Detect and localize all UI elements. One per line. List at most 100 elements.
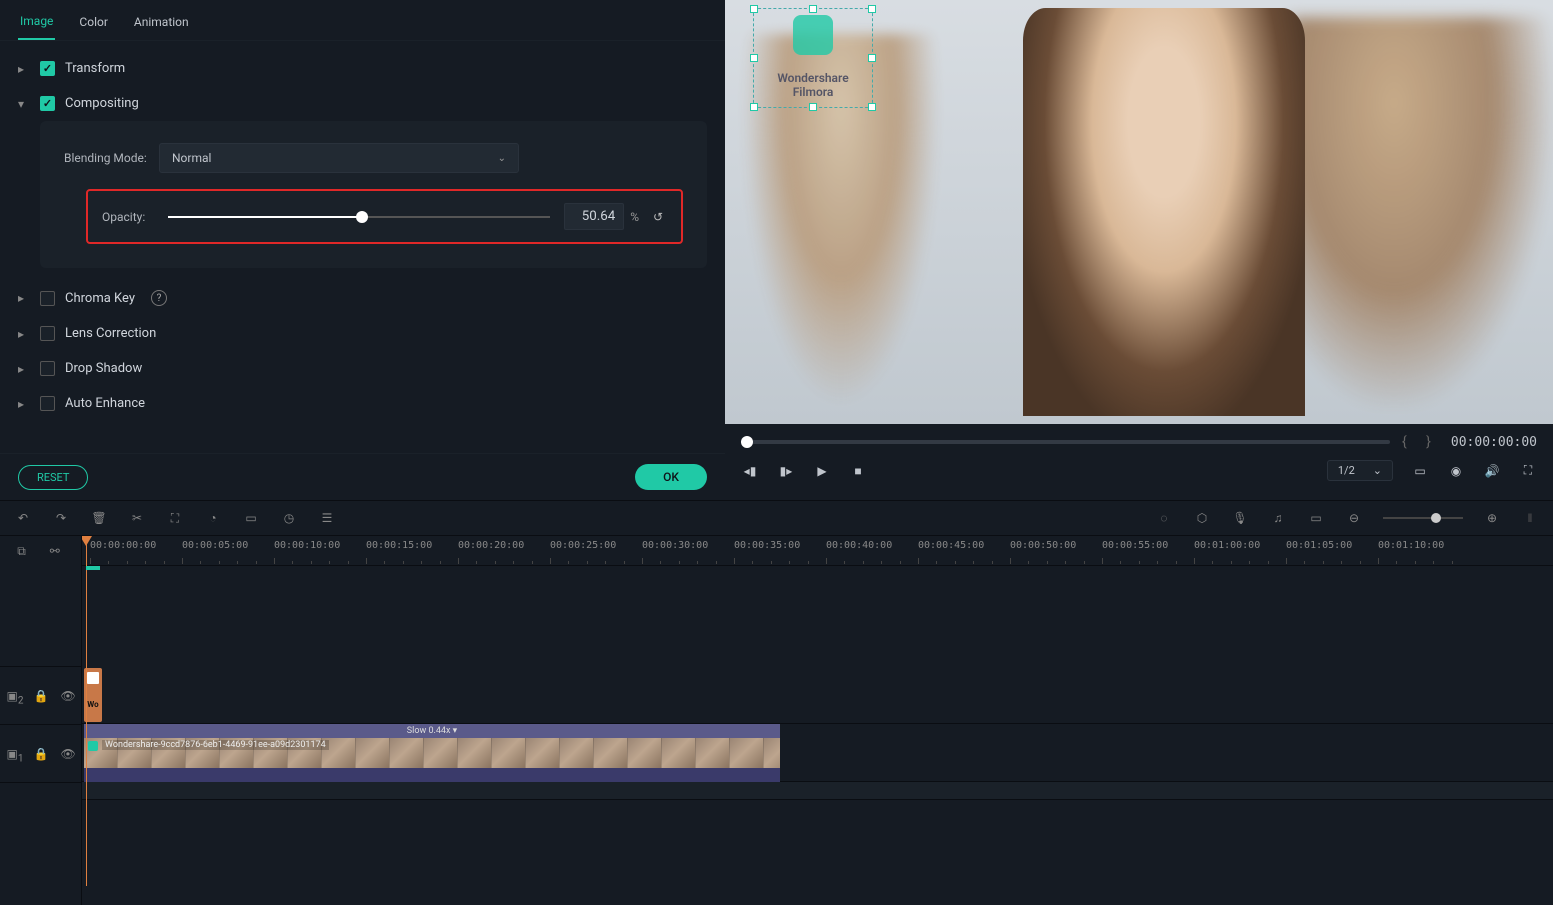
tab-color[interactable]: Color <box>77 9 109 39</box>
track-2[interactable]: Wo <box>82 666 1553 724</box>
timeline-zoom-slider[interactable] <box>1383 517 1463 519</box>
compositing-label: Compositing <box>65 96 139 111</box>
blending-mode-value: Normal <box>172 151 211 165</box>
section-compositing[interactable]: ▾ Compositing <box>18 86 707 121</box>
lens-label: Lens Correction <box>65 326 156 341</box>
clip-label: Wo <box>87 700 98 709</box>
checkbox-transform[interactable] <box>40 61 55 76</box>
track-header-1[interactable]: ▣1 🔒 👁 <box>0 724 81 782</box>
eye-icon[interactable]: 👁 <box>61 689 75 703</box>
tracks-manage-icon[interactable]: ⧉ <box>17 544 31 558</box>
resize-handle-tm[interactable] <box>809 5 817 13</box>
section-drop-shadow[interactable]: ▸ Drop Shadow <box>18 351 707 386</box>
track-1[interactable]: Slow 0.44x ▾ Wondershare-9ccd7876-6eb1-4… <box>82 724 1553 782</box>
ok-button[interactable]: OK <box>635 464 707 490</box>
resize-handle-rm[interactable] <box>868 54 876 62</box>
properties-footer: RESET OK <box>0 453 725 500</box>
resize-handle-br[interactable] <box>868 103 876 111</box>
resize-handle-tl[interactable] <box>750 5 758 13</box>
properties-body: ▸ Transform ▾ Compositing Blending Mode:… <box>0 41 725 453</box>
tab-image[interactable]: Image <box>18 8 55 40</box>
mic-icon[interactable]: 🎙 <box>1231 509 1249 527</box>
next-frame-icon[interactable]: ▮▸ <box>777 462 795 480</box>
reset-opacity-icon[interactable]: ↺ <box>649 208 667 226</box>
stop-icon[interactable]: ■ <box>849 462 867 480</box>
drop-label: Drop Shadow <box>65 361 142 376</box>
preview-seek-slider[interactable] <box>741 440 1390 444</box>
resize-handle-bm[interactable] <box>809 103 817 111</box>
timeline: ⧉ ⚯ ▣2 🔒 👁 ▣1 🔒 👁 00:00:00:0000:00:05:00… <box>0 536 1553 905</box>
color-icon[interactable]: ▭ <box>242 509 260 527</box>
mixer-icon[interactable]: ▭ <box>1307 509 1325 527</box>
preview-controls: { } 00:00:00:00 ◂▮ ▮▸ ▶ ■ 1/2⌄ ▭ ◉ 🔊 ⛶ <box>725 424 1553 500</box>
opacity-label: Opacity: <box>102 210 162 224</box>
section-chroma-key[interactable]: ▸ Chroma Key ? <box>18 280 707 316</box>
eye-icon[interactable]: 👁 <box>61 747 75 761</box>
section-lens-correction[interactable]: ▸ Lens Correction <box>18 316 707 351</box>
delete-icon[interactable]: 🗑 <box>90 509 108 527</box>
resize-handle-tr[interactable] <box>868 5 876 13</box>
play-icon[interactable]: ▶ <box>813 462 831 480</box>
checkbox-auto[interactable] <box>40 396 55 411</box>
clip-filename: Wondershare-9ccd7876-6eb1-4469-91ee-a09d… <box>102 740 329 750</box>
auto-label: Auto Enhance <box>65 396 145 411</box>
shield-icon[interactable]: ⬡ <box>1193 509 1211 527</box>
snapshot-icon[interactable]: ◉ <box>1447 462 1465 480</box>
zoom-in-icon[interactable]: ⊕ <box>1483 509 1501 527</box>
properties-panel: Image Color Animation ▸ Transform ▾ Comp… <box>0 0 725 500</box>
marker-icon[interactable]: ◌ <box>1155 509 1173 527</box>
preview-zoom-dropdown[interactable]: 1/2⌄ <box>1327 460 1393 481</box>
tab-animation[interactable]: Animation <box>132 9 191 39</box>
volume-icon[interactable]: 🔊 <box>1483 462 1501 480</box>
opacity-slider[interactable] <box>168 216 550 218</box>
playhead[interactable] <box>86 536 87 886</box>
prev-frame-icon[interactable]: ◂▮ <box>741 462 759 480</box>
track-header-2[interactable]: ▣2 🔒 👁 <box>0 666 81 724</box>
chevron-right-icon: ▸ <box>18 397 30 411</box>
tracks-link-icon[interactable]: ⚯ <box>50 544 64 558</box>
opacity-slider-thumb[interactable] <box>356 211 368 223</box>
opacity-value-input[interactable] <box>564 203 624 230</box>
chevron-right-icon: ▸ <box>18 362 30 376</box>
playback-quality-icon[interactable]: ▭ <box>1411 462 1429 480</box>
opacity-unit: % <box>630 210 639 224</box>
fullscreen-icon[interactable]: ⛶ <box>1519 462 1537 480</box>
timeline-options-icon[interactable]: ‖ <box>1521 509 1539 527</box>
chevron-down-icon: ⌄ <box>498 153 506 164</box>
settings-icon[interactable]: ☰ <box>318 509 336 527</box>
lock-icon[interactable]: 🔒 <box>34 747 48 761</box>
compositing-body: Blending Mode: Normal ⌄ Opacity: % ↺ <box>40 121 707 268</box>
video-clip[interactable]: Slow 0.44x ▾ Wondershare-9ccd7876-6eb1-4… <box>84 724 780 782</box>
track-audio[interactable] <box>82 782 1553 800</box>
timeline-ruler[interactable]: 00:00:00:0000:00:05:0000:00:10:0000:00:1… <box>82 536 1553 566</box>
checkbox-lens[interactable] <box>40 326 55 341</box>
resize-handle-lm[interactable] <box>750 54 758 62</box>
help-icon[interactable]: ? <box>151 290 167 306</box>
watermark-overlay[interactable]: Wondershare Filmora <box>753 8 873 108</box>
timeline-body[interactable]: 00:00:00:0000:00:05:0000:00:10:0000:00:1… <box>82 536 1553 905</box>
redo-icon[interactable]: ↷ <box>52 509 70 527</box>
music-icon[interactable]: ♫ <box>1269 509 1287 527</box>
chevron-right-icon: ▸ <box>18 291 30 305</box>
blending-mode-dropdown[interactable]: Normal ⌄ <box>159 143 519 173</box>
section-transform[interactable]: ▸ Transform <box>18 51 707 86</box>
resize-handle-bl[interactable] <box>750 103 758 111</box>
seek-thumb[interactable] <box>741 436 753 448</box>
checkbox-drop[interactable] <box>40 361 55 376</box>
checkbox-compositing[interactable] <box>40 96 55 111</box>
image-icon <box>87 672 99 684</box>
undo-icon[interactable]: ↶ <box>14 509 32 527</box>
chevron-down-icon: ▾ <box>18 97 30 111</box>
timer-icon[interactable]: ◷ <box>280 509 298 527</box>
lock-icon[interactable]: 🔒 <box>34 689 48 703</box>
chevron-down-icon: ⌄ <box>1373 464 1382 477</box>
zoom-out-icon[interactable]: ⊖ <box>1345 509 1363 527</box>
crop-icon[interactable]: ⛶ <box>166 509 184 527</box>
checkbox-chroma[interactable] <box>40 291 55 306</box>
section-auto-enhance[interactable]: ▸ Auto Enhance <box>18 386 707 421</box>
cut-icon[interactable]: ✂ <box>128 509 146 527</box>
preview-canvas[interactable]: Wondershare Filmora <box>725 0 1553 424</box>
reset-button[interactable]: RESET <box>18 465 88 490</box>
speed-icon[interactable]: ◔ <box>204 509 222 527</box>
blending-mode-row: Blending Mode: Normal ⌄ <box>64 143 683 173</box>
